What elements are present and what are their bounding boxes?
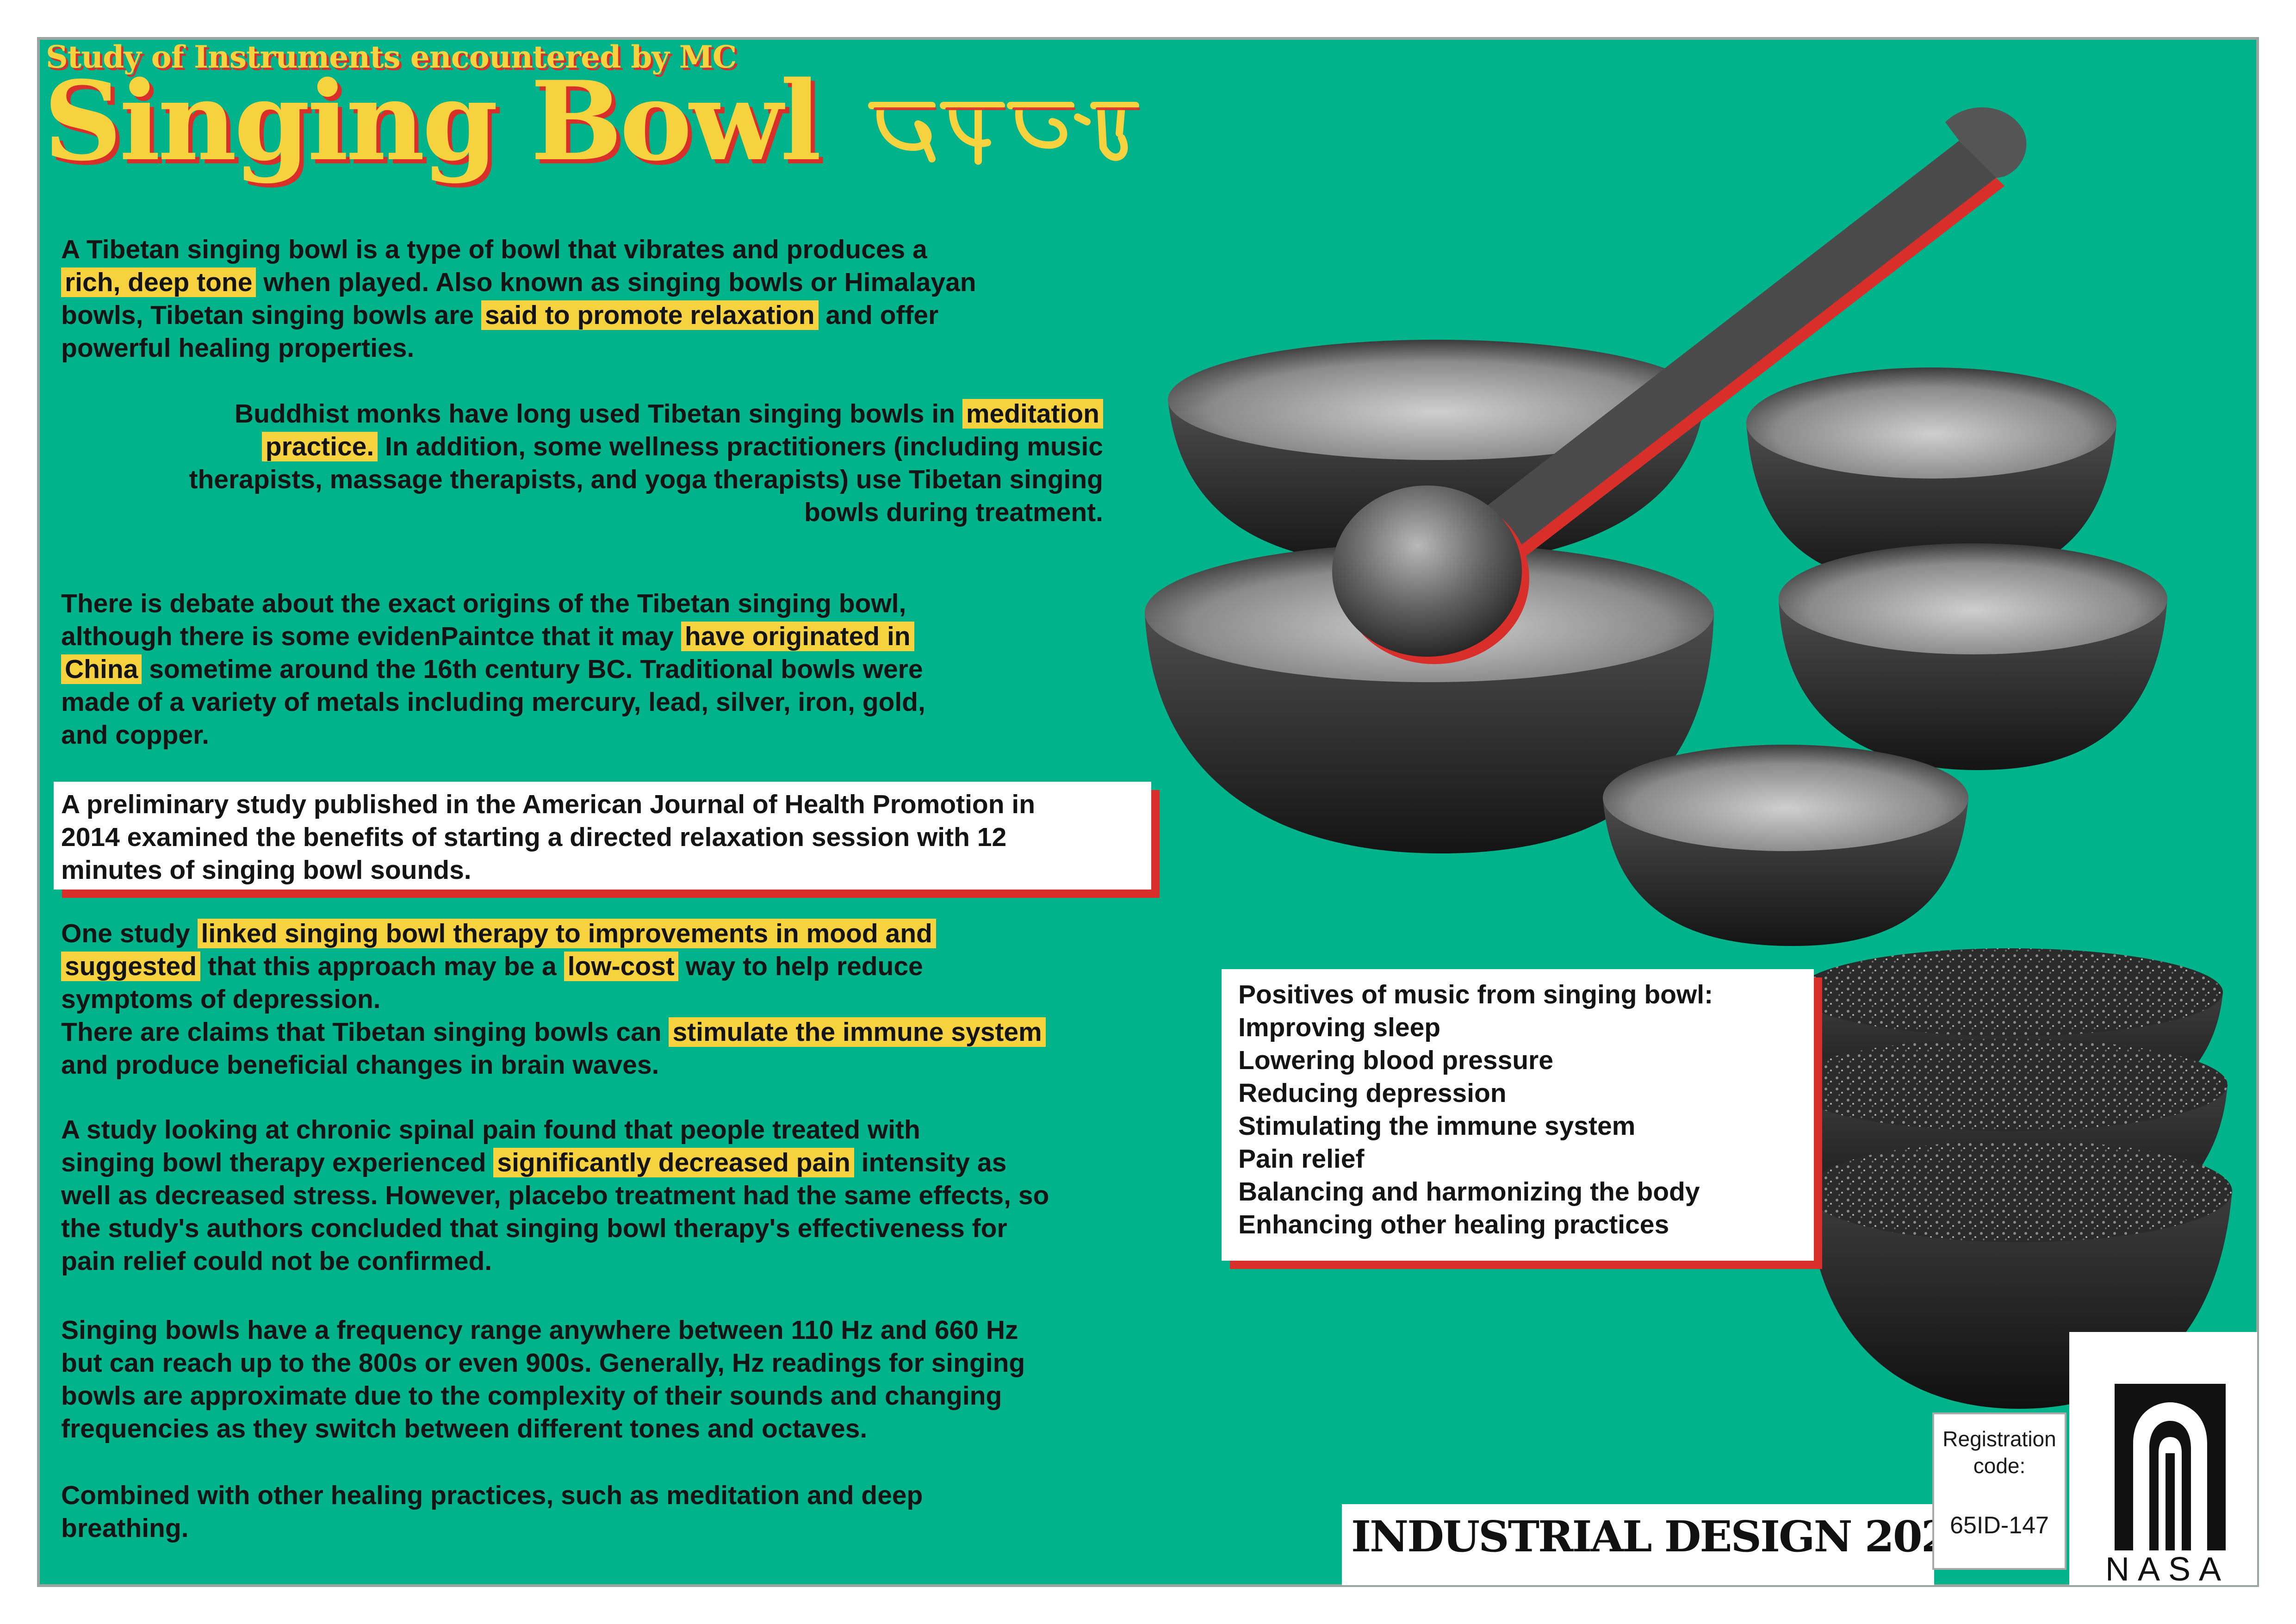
text-line: Buddhist monks have long used Tibetan si… [67,398,1103,430]
registration-box: Registration code: 65ID-147 [1932,1412,2066,1570]
text-segment: There are claims that Tibetan singing bo… [61,1017,669,1047]
highlight: low-cost [564,952,678,981]
text-line: therapists, massage therapists, and yoga… [189,465,1104,494]
text-segment: In addition, some wellness practitioners… [378,432,1103,461]
highlight: have originated in [681,622,914,651]
text-line: bowls are approximate due to the complex… [61,1381,1002,1411]
highlight: stimulate the immune system [669,1017,1046,1047]
text-segment: sometime around the 16th century BC. Tra… [142,654,923,684]
highlight: linked singing bowl therapy to improveme… [197,919,936,948]
text-line: A Tibetan singing bowl is a type of bowl… [61,235,927,264]
highlight: suggested [61,952,201,981]
singing-bowls-illustration [1145,107,2167,946]
text-line: One study linked singing bowl therapy to… [61,917,1172,950]
text-line: frequencies as they switch between diffe… [61,1414,868,1444]
registration-code: 65ID-147 [1950,1512,2049,1539]
highlight: said to promote relaxation [481,300,819,330]
highlight: rich, deep tone [61,268,256,297]
text-line: pain relief could not be confirmed. [61,1246,492,1276]
text-line: symptoms of depression. [61,984,381,1014]
text-segment: although there is some evidenPaintce tha… [61,622,681,651]
paragraph-mood: One study linked singing bowl therapy to… [61,917,1172,1082]
positives-heading: Positives of music from singing bowl: [1238,980,1713,1009]
highlight: significantly decreased pain [493,1148,854,1177]
bowl-small-front [1603,745,1968,946]
nasa-logo-text: NASA [2105,1551,2230,1588]
text-segment: intensity as [854,1148,1007,1177]
poster-sheet: Study of Instruments encountered by MC S… [39,39,2257,1585]
text-line: bowls, Tibetan singing bowls are said to… [61,299,1125,332]
text-line: made of a variety of metals including me… [61,687,925,717]
text-line: suggested that this approach may be a lo… [61,950,1172,983]
positives-item: Improving sleep [1238,1013,1441,1042]
text-line: 2014 examined the benefits of starting a… [61,822,1007,852]
text-line: bowls during treatment. [804,498,1103,527]
positives-item: Pain relief [1238,1144,1365,1174]
paragraph-frequency: Singing bowls have a frequency range any… [61,1314,1172,1445]
text-segment: when played. Also known as singing bowls… [256,268,976,297]
text-line: singing bowl therapy experienced signifi… [61,1146,1172,1179]
study-callout-box: A preliminary study published in the Ame… [54,782,1151,890]
text-line: and copper. [61,720,209,750]
poster-title: Singing Bowl [43,57,821,185]
text-segment: One study [61,919,198,948]
text-line: Combined with other healing practices, s… [61,1481,923,1510]
highlight: China [61,654,142,684]
text-line: A preliminary study published in the Ame… [61,790,1036,819]
text-line: well as decreased stress. However, place… [61,1181,1049,1210]
highlight: meditation [962,399,1103,429]
positives-item: Stimulating the immune system [1238,1111,1636,1141]
text-line: powerful healing properties. [61,333,415,363]
text-line: China sometime around the 16th century B… [61,653,1125,686]
positives-item: Reducing depression [1238,1078,1507,1108]
text-line: Singing bowls have a frequency range any… [61,1315,1018,1345]
paragraph-combined: Combined with other healing practices, s… [61,1479,1172,1545]
positives-item: Lowering blood pressure [1238,1045,1553,1075]
text-segment: and offer [818,300,939,330]
text-line: but can reach up to the 800s or even 900… [61,1348,1025,1378]
text-segment: that this approach may be a [200,952,564,981]
text-line: breathing. [61,1513,189,1543]
text-line: although there is some evidenPaintce tha… [61,620,1125,653]
positives-item: Enhancing other healing practices [1238,1210,1669,1239]
paragraph-intro: A Tibetan singing bowl is a type of bowl… [61,233,1125,365]
text-line: There are claims that Tibetan singing bo… [61,1016,1172,1049]
text-line: the study's authors concluded that singi… [61,1213,1007,1243]
paragraph-origins: There is debate about the exact origins … [61,587,1125,752]
paragraph-spinal-pain: A study looking at chronic spinal pain f… [61,1114,1172,1278]
text-segment: Buddhist monks have long used Tibetan si… [234,399,962,429]
positives-item: Balancing and harmonizing the body [1238,1177,1700,1207]
positives-box: Positives of music from singing bowl: Im… [1222,969,1814,1261]
highlight: practice. [261,432,378,461]
paragraph-meditation: Buddhist monks have long used Tibetan si… [67,398,1103,529]
text-line: practice. In addition, some wellness pra… [67,430,1103,463]
text-line: A study looking at chronic spinal pain f… [61,1115,920,1145]
text-segment: singing bowl therapy experienced [61,1148,494,1177]
text-line: minutes of singing bowl sounds. [61,855,472,885]
text-segment: way to help reduce [678,952,923,981]
bowl-front-right [1779,543,2167,770]
text-segment: bowls, Tibetan singing bowls are [61,300,481,330]
text-line: and produce beneficial changes in brain … [61,1050,659,1080]
text-line: There is debate about the exact origins … [61,589,906,618]
nasa-logo-icon [2115,1384,2226,1550]
registration-label: Registration code: [1942,1427,2056,1478]
text-line: rich, deep tone when played. Also known … [61,266,1125,299]
